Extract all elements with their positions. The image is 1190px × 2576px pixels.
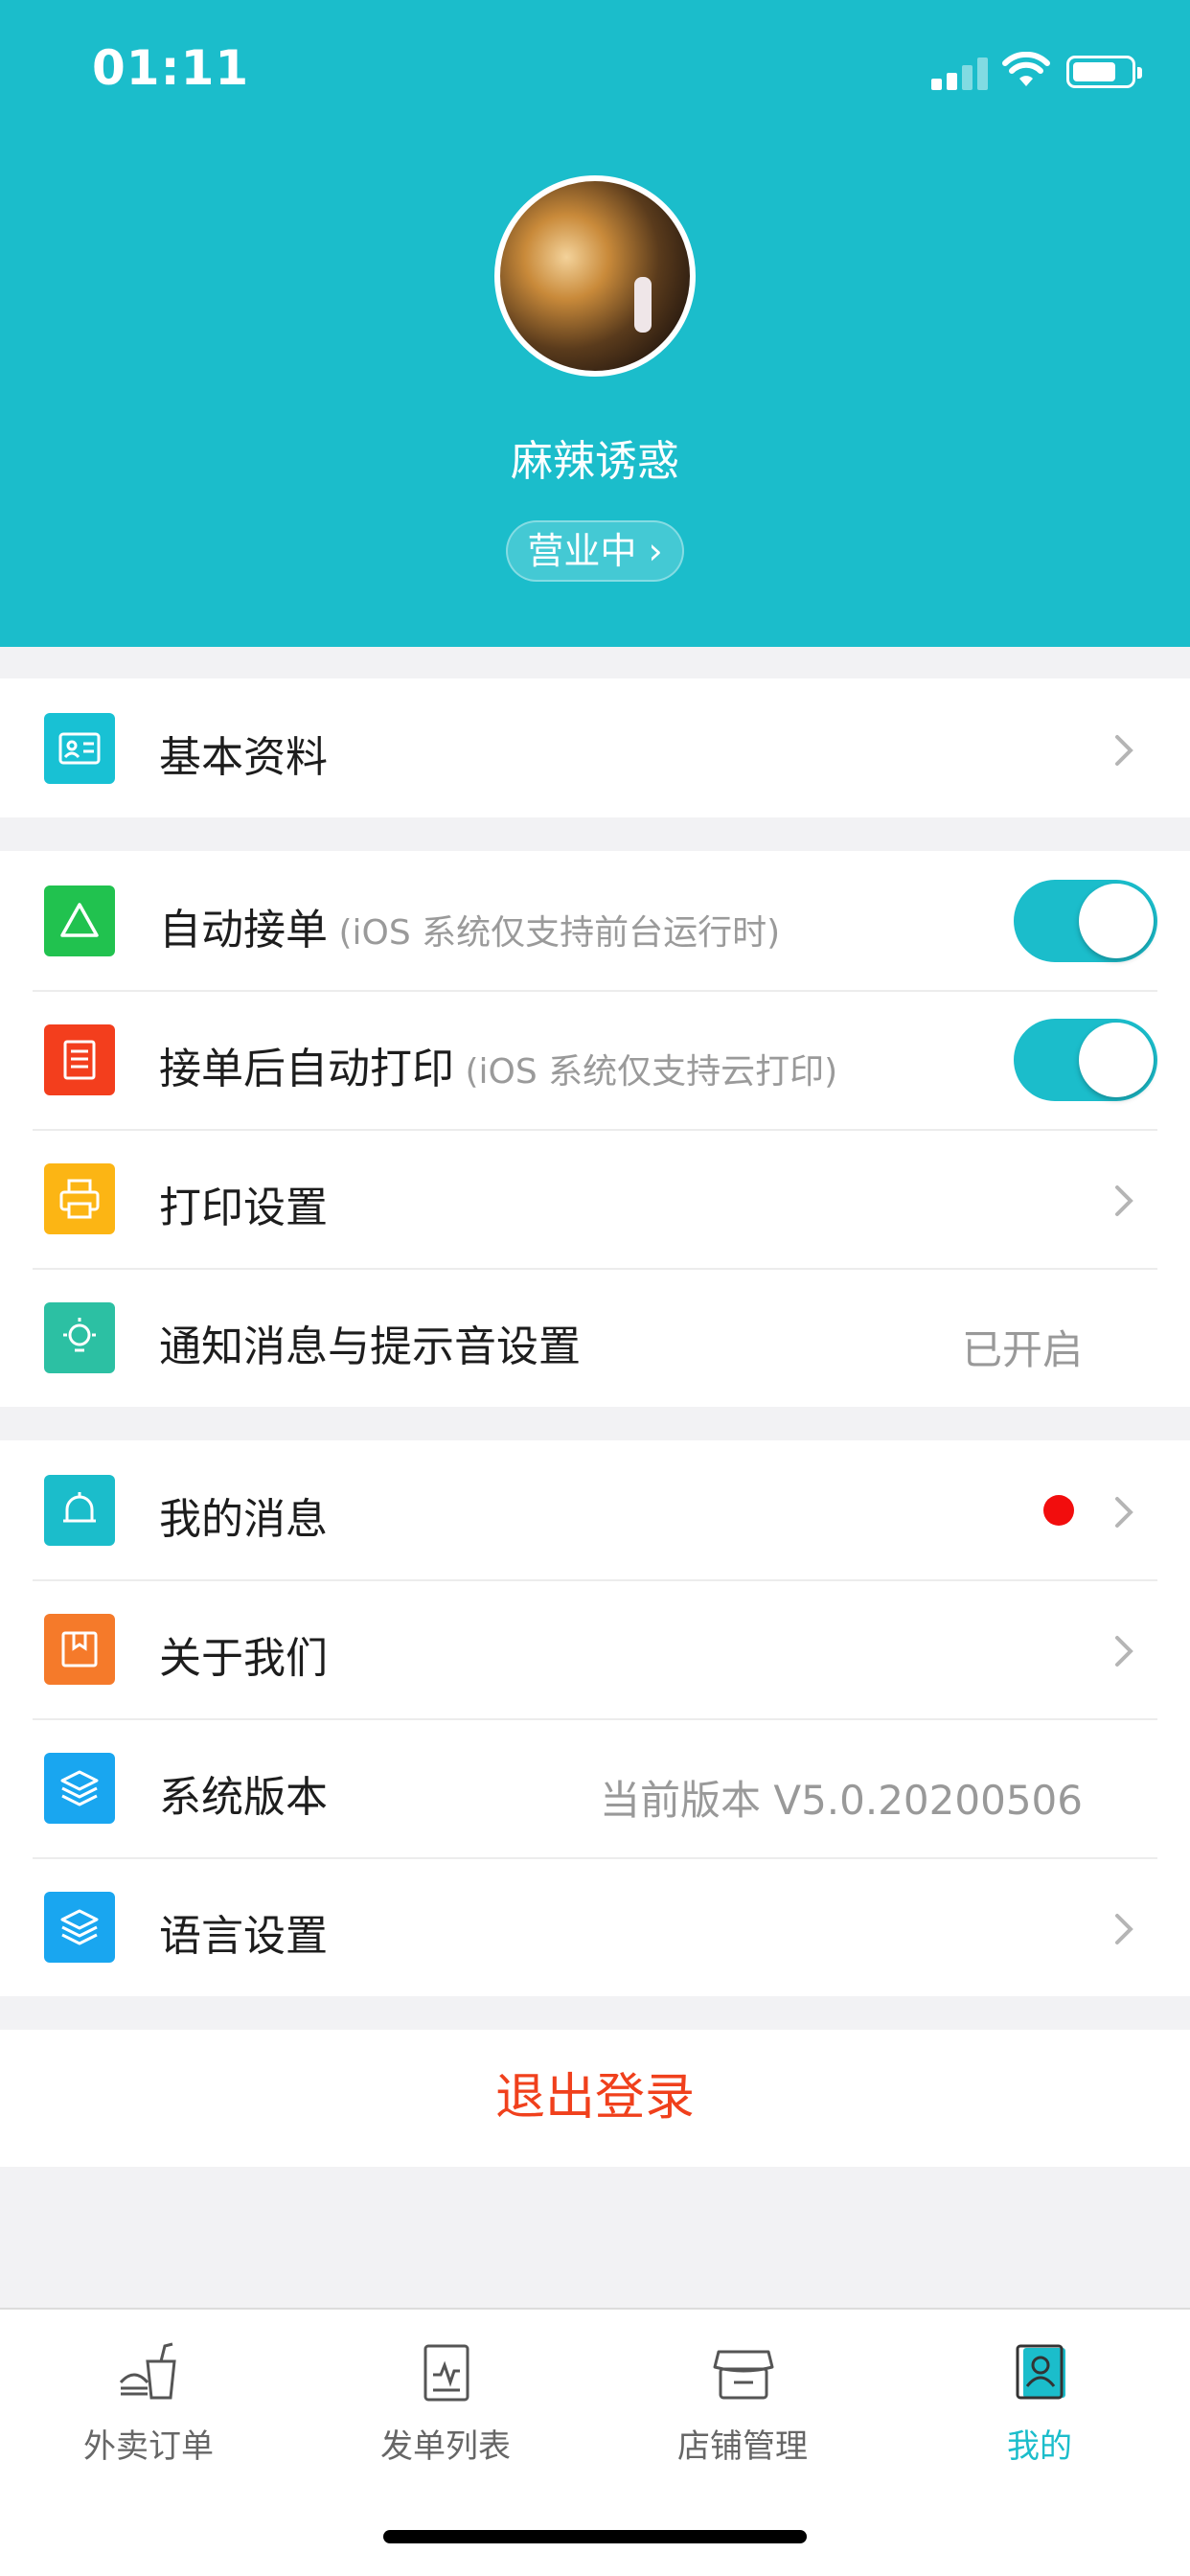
battery-icon <box>1066 56 1142 88</box>
takeout-icon <box>119 2342 176 2400</box>
lightbulb-icon <box>44 1302 115 1373</box>
notification-status: 已开启 <box>961 1326 1083 1373</box>
tab-label: 店铺管理 <box>677 2427 808 2466</box>
version-value: 当前版本 V5.0.20200506 <box>599 1777 1083 1824</box>
status-time: 01:11 <box>92 40 250 96</box>
tab-mine[interactable]: 我的 <box>891 2310 1188 2501</box>
row-basic-info[interactable]: 基本资料 <box>0 678 1190 817</box>
triangle-icon <box>44 886 115 956</box>
chevron-right-icon <box>1115 735 1133 766</box>
settings-group-basic: 基本资料 <box>0 678 1190 817</box>
row-label: 系统版本 <box>159 1773 328 1822</box>
tab-label: 发单列表 <box>380 2427 511 2466</box>
status-bar: 01:11 <box>0 0 1190 144</box>
layers-icon <box>44 1753 115 1824</box>
document-icon <box>44 1024 115 1095</box>
row-language-settings[interactable]: 语言设置 <box>0 1857 1190 1996</box>
settings-group-orders: 自动接单 (iOS 系统仅支持前台运行时) 接单后自动打印 (iOS 系统仅支持… <box>0 851 1190 1407</box>
chevron-right-icon <box>1115 1914 1133 1944</box>
shop-name: 麻辣诱惑 <box>511 437 679 486</box>
chevron-right-icon <box>1115 1497 1133 1528</box>
store-icon <box>713 2350 774 2400</box>
avatar[interactable] <box>494 175 696 377</box>
row-label: 关于我们 <box>159 1634 328 1683</box>
printer-icon <box>44 1163 115 1234</box>
row-auto-print: 接单后自动打印 (iOS 系统仅支持云打印) <box>0 990 1190 1129</box>
chevron-right-icon <box>1115 1636 1133 1667</box>
unread-badge <box>1043 1495 1074 1526</box>
id-card-icon <box>44 713 115 784</box>
row-label: 接单后自动打印 (iOS 系统仅支持云打印) <box>159 1045 838 1093</box>
tab-takeout-orders[interactable]: 外卖订单 <box>0 2310 297 2501</box>
row-label: 语言设置 <box>159 1912 328 1961</box>
cellular-signal-icon <box>931 56 989 90</box>
logout-button[interactable]: 退出登录 <box>0 2030 1190 2167</box>
row-label: 打印设置 <box>159 1184 328 1232</box>
row-auto-accept: 自动接单 (iOS 系统仅支持前台运行时) <box>0 851 1190 990</box>
row-my-messages[interactable]: 我的消息 <box>0 1440 1190 1579</box>
row-label: 基本资料 <box>159 733 328 782</box>
wifi-icon <box>1002 52 1050 86</box>
chevron-right-icon <box>1115 1185 1133 1216</box>
layers-icon <box>44 1892 115 1963</box>
row-system-version: 系统版本 当前版本 V5.0.20200506 <box>0 1718 1190 1857</box>
tab-label: 外卖订单 <box>83 2427 214 2466</box>
profile-icon <box>1016 2344 1065 2400</box>
logout-label: 退出登录 <box>494 2069 695 2127</box>
row-about-us[interactable]: 关于我们 <box>0 1579 1190 1718</box>
bell-icon <box>44 1475 115 1546</box>
row-label: 自动接单 (iOS 系统仅支持前台运行时) <box>159 906 781 954</box>
row-print-settings[interactable]: 打印设置 <box>0 1129 1190 1268</box>
profile-header: 01:11 麻辣诱惑 营业中 › <box>0 0 1190 647</box>
row-label: 通知消息与提示音设置 <box>159 1322 581 1371</box>
tab-label: 我的 <box>1007 2427 1072 2466</box>
settings-group-info: 我的消息 关于我们 系统版本 当前版本 V5.0.20200506 语言设置 <box>0 1440 1190 1996</box>
tab-store-management[interactable]: 店铺管理 <box>594 2310 891 2501</box>
receipt-icon <box>423 2344 469 2402</box>
auto-print-toggle[interactable] <box>1014 1019 1157 1101</box>
tab-dispatch-list[interactable]: 发单列表 <box>297 2310 594 2501</box>
home-indicator[interactable] <box>383 2530 807 2543</box>
row-label: 我的消息 <box>159 1495 328 1544</box>
business-status-button[interactable]: 营业中 › <box>506 520 684 582</box>
row-notification-settings[interactable]: 通知消息与提示音设置 已开启 <box>0 1268 1190 1407</box>
auto-accept-toggle[interactable] <box>1014 880 1157 962</box>
bookmark-icon <box>44 1614 115 1685</box>
